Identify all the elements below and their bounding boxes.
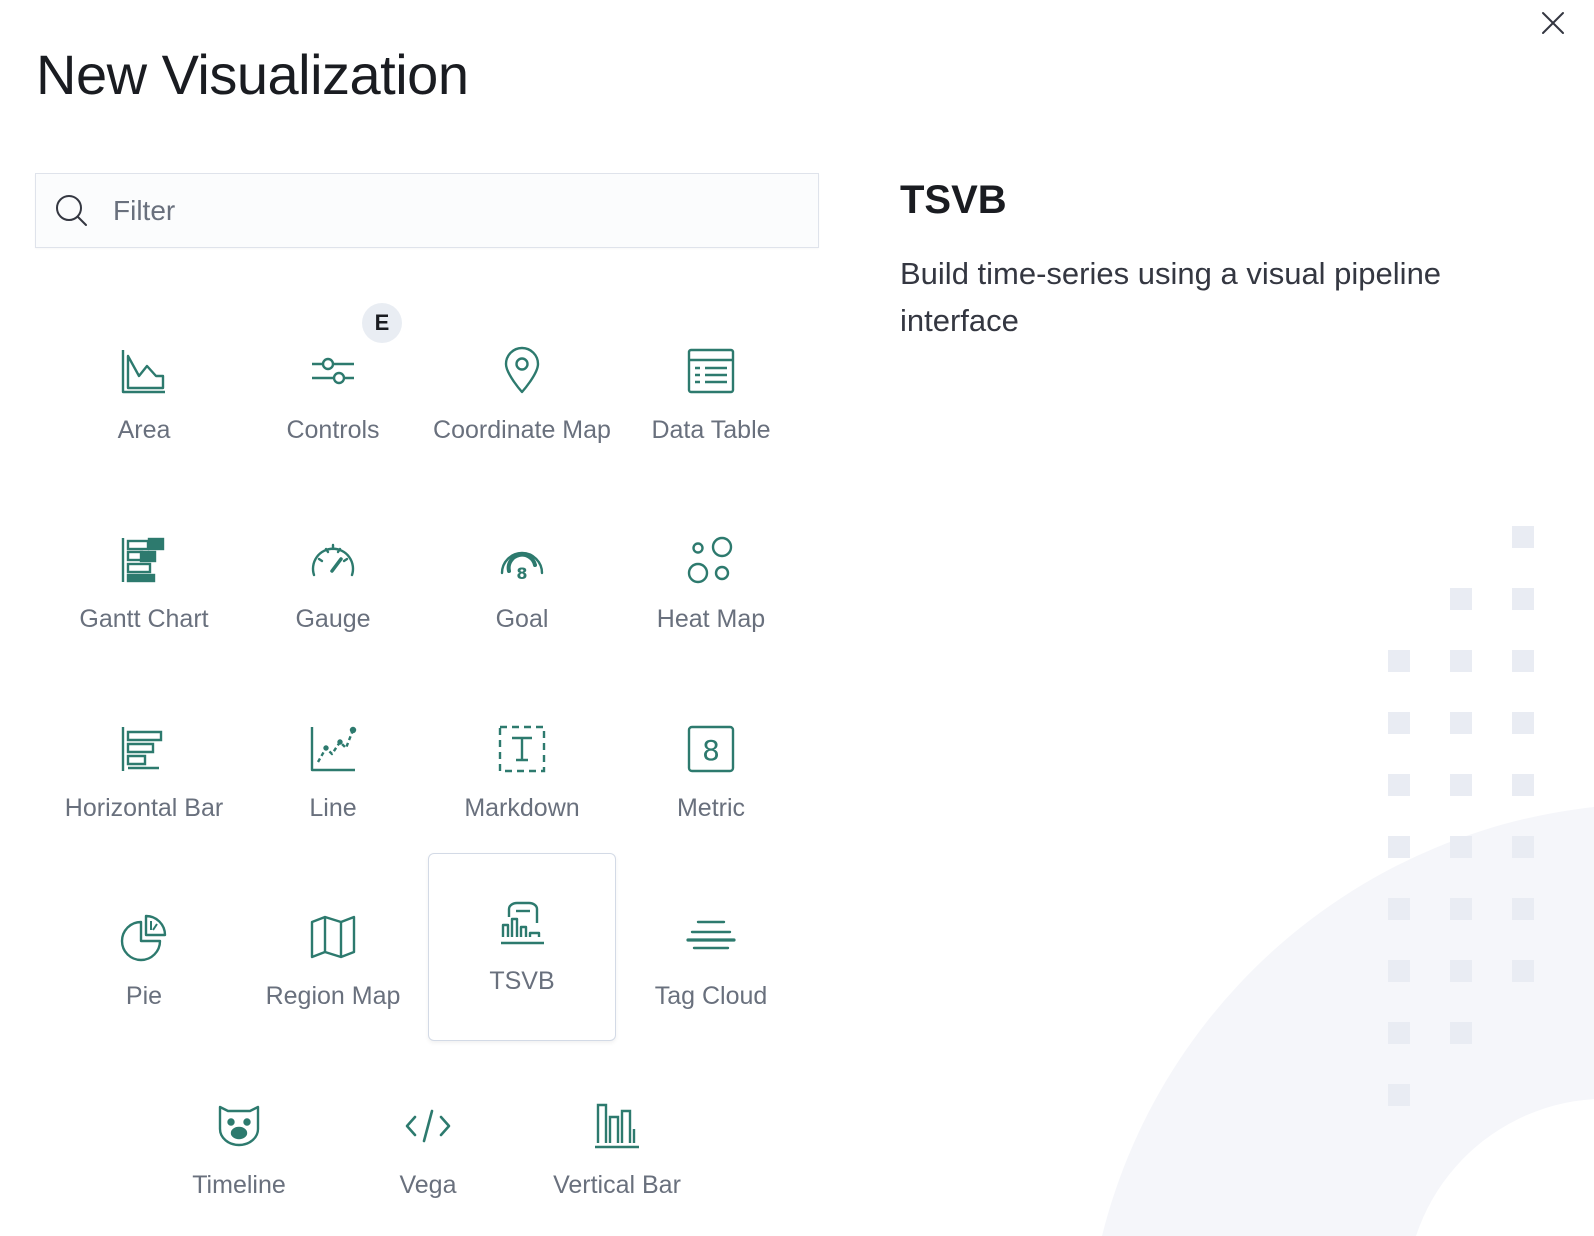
vis-type-label: TSVB — [489, 967, 555, 995]
map-pin-icon — [497, 346, 547, 396]
vis-type-label: Coordinate Map — [433, 416, 611, 444]
metric-icon: 8 — [686, 724, 736, 774]
close-button[interactable] — [1538, 8, 1568, 38]
vis-type-label: Metric — [676, 794, 746, 822]
detail-description: Build time-series using a visual pipelin… — [900, 256, 1442, 338]
vis-type-line[interactable]: Line — [239, 680, 427, 868]
vis-type-pie[interactable]: Pie — [50, 868, 238, 1056]
vis-type-vega[interactable]: Vega — [334, 1057, 522, 1236]
vis-type-tag-cloud[interactable]: Tag Cloud — [617, 868, 805, 1056]
horizontal-bar-icon — [119, 724, 169, 774]
vis-type-region-map[interactable]: Region Map — [239, 868, 427, 1056]
pie-chart-icon — [119, 912, 169, 962]
vis-type-gauge[interactable]: Gauge — [239, 491, 427, 679]
vis-type-heat-map[interactable]: Heat Map — [617, 491, 805, 679]
vis-type-tsvb[interactable]: TSVB — [428, 853, 616, 1041]
area-chart-icon — [119, 346, 169, 396]
experimental-badge: E — [362, 303, 402, 343]
vis-type-label: Vertical Bar — [553, 1171, 681, 1199]
vis-type-vertical-bar[interactable]: Vertical Bar — [523, 1057, 711, 1236]
new-visualization-modal: New Visualization Area — [0, 0, 1594, 1236]
line-chart-icon — [308, 724, 358, 774]
vis-type-label: Horizontal Bar — [64, 794, 224, 822]
vis-type-horizontal-bar[interactable]: Horizontal Bar — [50, 680, 238, 868]
vis-type-label: Area — [117, 416, 171, 444]
vis-type-label: Tag Cloud — [654, 982, 768, 1010]
vis-type-area[interactable]: Area — [50, 302, 238, 490]
vis-type-metric[interactable]: 8 Metric — [617, 680, 805, 868]
tsvb-icon — [497, 897, 547, 947]
gauge-icon — [308, 535, 358, 585]
heat-map-icon — [686, 535, 736, 585]
vis-type-label: Line — [309, 794, 357, 822]
vis-type-label: Gantt Chart — [79, 605, 209, 633]
vis-type-label: Controls — [286, 416, 380, 444]
vis-type-label: Heat Map — [656, 605, 766, 633]
vis-type-label: Goal — [495, 605, 549, 633]
table-icon — [686, 346, 736, 396]
controls-icon — [308, 346, 358, 396]
vis-type-gantt-chart[interactable]: Gantt Chart — [50, 491, 238, 679]
region-map-icon — [308, 912, 358, 962]
goal-icon: 8 — [497, 535, 547, 585]
timeline-bear-icon — [214, 1101, 264, 1151]
vis-type-label: Gauge — [295, 605, 371, 633]
vis-type-label: Pie — [125, 982, 163, 1010]
vertical-bar-icon — [592, 1101, 642, 1151]
vis-type-markdown[interactable]: Markdown — [428, 680, 616, 868]
vis-type-label: Markdown — [464, 794, 580, 822]
vis-type-goal[interactable]: 8 Goal — [428, 491, 616, 679]
vis-type-data-table[interactable]: Data Table — [617, 302, 805, 490]
markdown-icon — [497, 724, 547, 774]
vis-type-coordinate-map[interactable]: Coordinate Map — [428, 302, 616, 490]
close-icon — [1542, 12, 1564, 34]
tag-cloud-icon — [686, 912, 736, 962]
vis-type-label: Vega — [399, 1171, 457, 1199]
vis-type-label: Timeline — [192, 1171, 286, 1199]
code-icon — [403, 1101, 453, 1151]
gantt-icon — [119, 535, 169, 585]
detail-title: TSVB — [900, 178, 1007, 222]
vis-type-timeline[interactable]: Timeline — [145, 1057, 333, 1236]
decorative-illustration — [1102, 526, 1594, 1236]
svg-text:8: 8 — [702, 734, 720, 767]
svg-text:8: 8 — [516, 564, 527, 583]
vis-type-label: Data Table — [651, 416, 771, 444]
visualization-type-grid: Area Controls E Coordinate Map Data Tabl… — [0, 0, 840, 1236]
vis-type-label: Region Map — [265, 982, 401, 1010]
